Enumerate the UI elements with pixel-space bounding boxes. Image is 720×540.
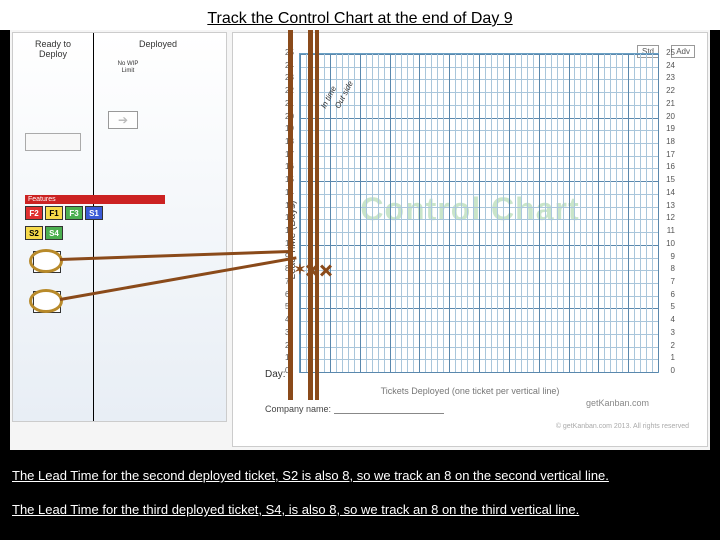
y-tick: 0 [671,366,675,375]
highlight-bar [288,30,293,400]
y-tick: 8 [671,264,675,273]
ticket: S1 [85,206,103,220]
x-marker-icon [319,262,333,276]
y-tick: 19 [666,124,675,133]
arrow-icon: ➔ [108,111,138,129]
note-box [25,133,81,151]
y-tick: 23 [666,73,675,82]
y-tick: 1 [671,353,675,362]
y-tick: 18 [666,137,675,146]
wip-label: No WIP Limit [108,61,148,74]
ticket-section-header: Features [25,195,165,204]
ticket: F1 [45,206,63,220]
y-tick: 2 [671,341,675,350]
control-chart-panel: Control Chart Lead Time (Days) Std Adv g… [232,32,708,447]
y-tick: 22 [666,86,675,95]
highlight-ring [29,249,63,273]
y-tick: 7 [671,277,675,286]
y-tick: 3 [671,328,675,337]
y-tick: 4 [671,315,675,324]
highlight-bar [315,30,319,400]
ticket: F2 [25,206,43,220]
ticket: F3 [65,206,83,220]
ticket: S4 [45,226,63,240]
y-tick: 14 [666,188,675,197]
col-ready: Ready to Deploy [13,33,93,73]
y-tick: 17 [666,150,675,159]
y-tick: 16 [666,162,675,171]
caption-2: The Lead Time for the third deployed tic… [12,502,579,517]
day-label: Day: [265,369,286,380]
ticket-row-1: F2 F1 F3 S1 [25,206,103,220]
x-marker-icon [305,262,319,276]
caption-1: The Lead Time for the second deployed ti… [12,468,609,483]
highlight-bar [308,30,313,400]
highlight-ring [29,289,63,313]
y-tick: 6 [671,290,675,299]
brand-label: getKanban.com [586,398,649,408]
y-tick: 15 [666,175,675,184]
company-label: Company name: [265,404,444,414]
y-tick: 11 [667,226,675,235]
y-tick: 5 [671,302,675,311]
ticket-row-2: S2 S4 [25,226,63,240]
y-tick: 9 [671,252,675,261]
copyright: © getKanban.com 2013. All rights reserve… [556,423,689,430]
kanban-panel: Ready to Deploy Deployed No WIP Limit ➔ … [12,32,227,422]
content-area: Ready to Deploy Deployed No WIP Limit ➔ … [10,30,710,450]
y-tick: 21 [666,99,675,108]
y-tick: 12 [666,213,675,222]
y-tick: 25 [666,48,675,57]
page-title: Track the Control Chart at the end of Da… [0,8,720,30]
ticket: S2 [25,226,43,240]
y-tick: 24 [666,61,675,70]
chart-grid [299,53,659,373]
y-tick: 20 [666,112,675,121]
y-tick: 10 [666,239,675,248]
y-tick: 13 [666,201,675,210]
